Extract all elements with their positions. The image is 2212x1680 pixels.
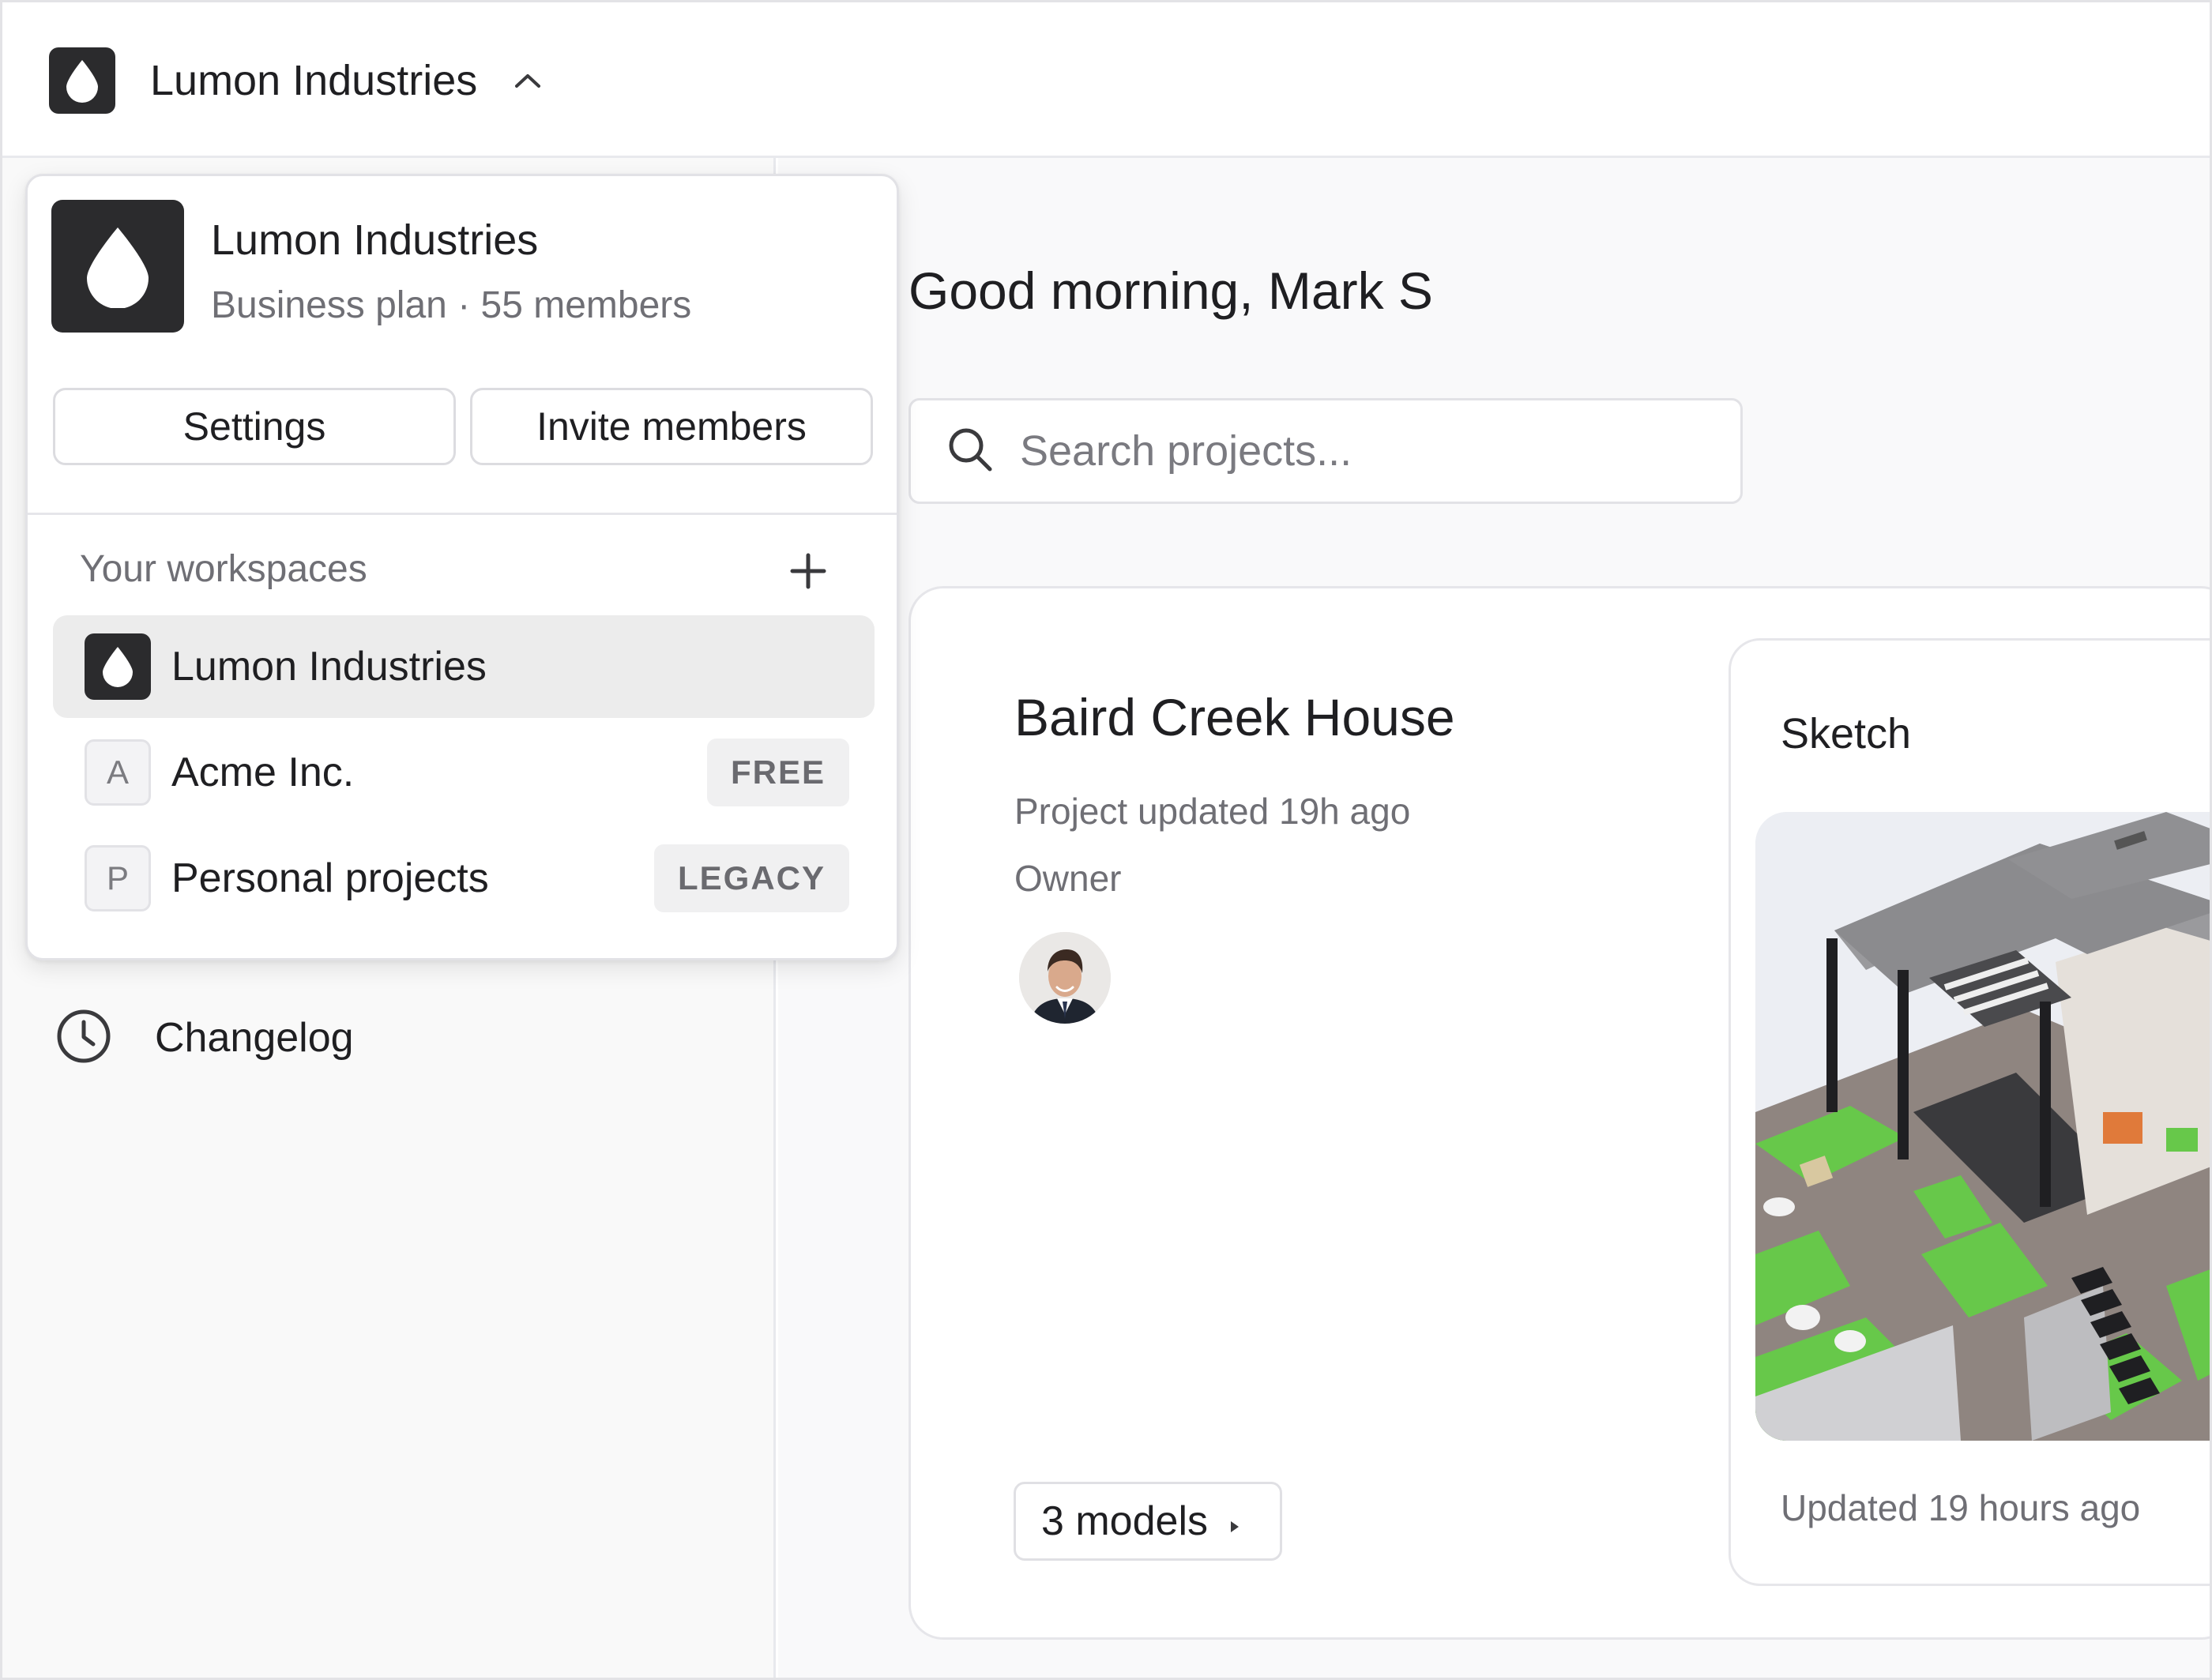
sidebar-item-label: Changelog [155, 1015, 354, 1061]
workspaces-header: Your workspaces [80, 548, 367, 590]
workspace-logo-icon [85, 633, 151, 700]
divider [28, 513, 897, 515]
workspace-switcher[interactable]: Lumon Industries [49, 47, 544, 114]
model-name: Sketch [1781, 710, 1912, 757]
owner-label: Owner [1014, 858, 1122, 899]
chevron-up-icon [512, 65, 544, 96]
workspace-dropdown: Lumon Industries Business plan · 55 memb… [25, 174, 899, 960]
plan-badge: FREE [706, 739, 849, 806]
workspace-item-acme[interactable]: A Acme Inc. FREE [53, 721, 875, 824]
plus-icon [790, 553, 826, 589]
workspace-logo-icon [51, 200, 184, 333]
settings-button[interactable]: Settings [53, 388, 456, 465]
workspace-switcher-label: Lumon Industries [150, 57, 478, 104]
add-workspace-button[interactable] [784, 547, 832, 595]
plan-badge: LEGACY [653, 844, 849, 912]
page-greeting: Good morning, Mark S [908, 261, 1433, 320]
org-plan-info: Business plan · 55 members [211, 284, 692, 326]
search-input[interactable] [1018, 426, 1714, 476]
workspace-letter-avatar: P [85, 845, 151, 911]
search-box[interactable] [908, 398, 1743, 504]
model-thumbnail[interactable] [1755, 812, 2212, 1441]
top-bar: Lumon Industries [0, 0, 2212, 158]
caret-right-icon [1228, 1498, 1241, 1545]
avatar[interactable] [1019, 932, 1111, 1024]
workspace-item-label: Lumon Industries [171, 644, 487, 690]
invite-members-button[interactable]: Invite members [470, 388, 873, 465]
sidebar-item-changelog[interactable]: Changelog [54, 1008, 354, 1068]
workspace-item-personal[interactable]: P Personal projects LEGACY [53, 827, 875, 930]
model-updated-text: Updated 19 hours ago [1781, 1487, 2141, 1528]
clock-icon [54, 1006, 114, 1070]
models-button[interactable]: 3 models [1014, 1482, 1282, 1561]
project-updated-text: Project updated 19h ago [1014, 791, 1411, 832]
models-button-label: 3 models [1041, 1498, 1208, 1544]
project-title[interactable]: Baird Creek House [1014, 687, 1455, 747]
workspace-logo-icon [49, 47, 115, 114]
search-icon [946, 425, 995, 478]
workspace-letter-avatar: A [85, 739, 151, 806]
org-name: Lumon Industries [211, 216, 539, 264]
workspace-item-label: Personal projects [171, 855, 489, 901]
workspace-item-label: Acme Inc. [171, 750, 355, 795]
workspace-item-lumon[interactable]: Lumon Industries [53, 615, 875, 718]
